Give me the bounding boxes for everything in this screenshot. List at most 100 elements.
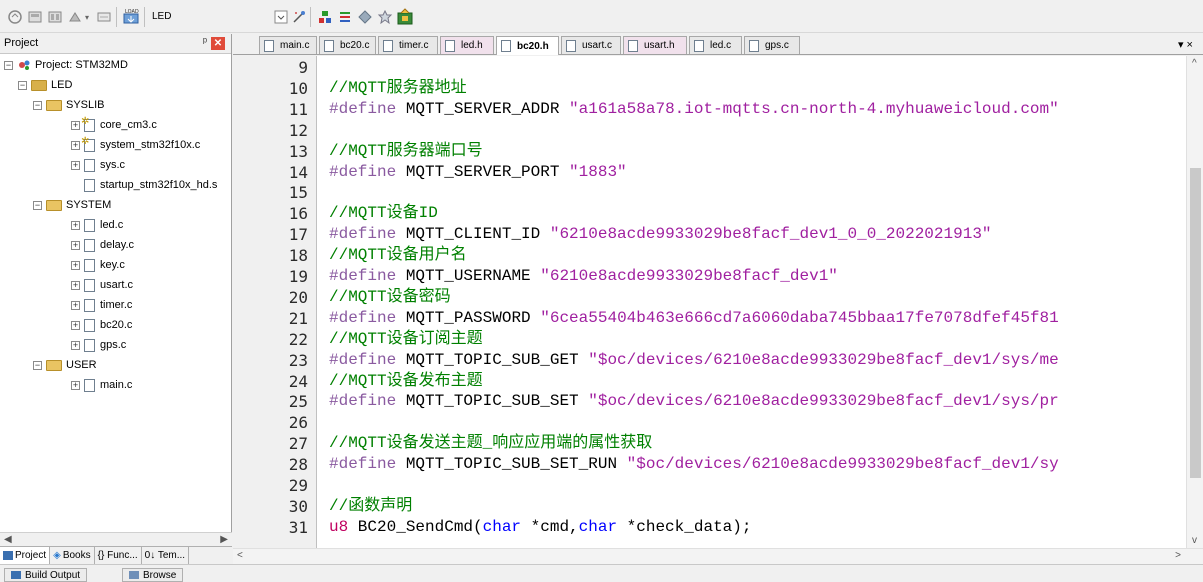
tab-usart-h[interactable]: usart.h xyxy=(623,36,687,54)
expand-icon[interactable]: + xyxy=(71,340,80,350)
expand-icon[interactable]: + xyxy=(71,140,80,150)
target-select[interactable]: LED xyxy=(152,11,171,22)
svg-text:LOAD: LOAD xyxy=(125,9,139,15)
tree-item-target[interactable]: − LED xyxy=(18,75,72,95)
build-icon[interactable] xyxy=(6,8,24,26)
tree-item-file[interactable]: + usart.c xyxy=(71,275,133,295)
tab-build-output[interactable]: Build Output xyxy=(4,568,88,582)
tab-timer-c[interactable]: timer.c xyxy=(378,36,438,54)
pin-icon[interactable]: ᵖ xyxy=(203,36,207,48)
expand-icon[interactable]: + xyxy=(71,240,80,250)
project-panel-tabs: Project ◈ Books {} Func... 0↓ Tem... xyxy=(0,546,232,564)
pack-icon[interactable] xyxy=(396,8,414,26)
scroll-up-icon[interactable]: ^ xyxy=(1192,58,1197,69)
collapse-icon[interactable]: − xyxy=(33,200,42,210)
tree-item-file[interactable]: + key.c xyxy=(71,255,125,275)
tab-bc20-c[interactable]: bc20.c xyxy=(319,36,376,54)
tree-item-file[interactable]: + ✲ system_stm32f10x.c xyxy=(71,135,200,155)
scroll-down-icon[interactable]: v xyxy=(1192,535,1197,546)
scroll-left-icon[interactable]: < xyxy=(237,550,243,561)
file-icon xyxy=(84,238,95,252)
collapse-icon[interactable]: − xyxy=(4,60,13,70)
tab-templates[interactable]: 0↓ Tem... xyxy=(142,547,190,564)
tree-item-file[interactable]: + bc20.c xyxy=(71,315,132,335)
code-line[interactable]: //MQTT服务器地址 xyxy=(329,79,467,98)
scroll-right-icon[interactable]: ▶ xyxy=(220,534,228,545)
close-icon[interactable]: ✕ xyxy=(211,37,225,50)
collapse-icon[interactable]: − xyxy=(33,360,42,370)
tree-item-file[interactable]: + gps.c xyxy=(71,335,126,355)
code-line[interactable]: //MQTT服务器端口号 xyxy=(329,142,483,161)
tree-item-file[interactable]: + ✲ core_cm3.c xyxy=(71,115,157,135)
expand-icon[interactable]: + xyxy=(71,220,80,230)
download-icon[interactable] xyxy=(95,8,113,26)
expand-icon[interactable]: + xyxy=(71,300,80,310)
wizard-icon[interactable] xyxy=(290,8,308,26)
editor-vscrollbar[interactable]: ^ v xyxy=(1186,56,1203,548)
tree-group-syslib[interactable]: − SYSLIB xyxy=(33,95,105,115)
books-icon[interactable] xyxy=(336,8,354,26)
tree-item-file[interactable]: + delay.c xyxy=(71,235,134,255)
tree-item-label: sys.c xyxy=(100,159,126,171)
expand-icon[interactable]: + xyxy=(71,380,80,390)
tab-bc20-h[interactable]: bc20.h xyxy=(496,36,559,55)
tree-item-file[interactable]: + sys.c xyxy=(71,155,125,175)
code-token: "a161a58a78.iot-mqtts.cn-north-4.myhuawe… xyxy=(569,99,1059,118)
code-line[interactable]: //MQTT设备密码 xyxy=(329,288,451,307)
code-line[interactable]: //MQTT设备ID xyxy=(329,204,438,223)
tab-led-h[interactable]: led.h xyxy=(440,36,494,54)
code-line[interactable]: //函数声明 xyxy=(329,497,412,516)
tab-project[interactable]: Project xyxy=(0,547,51,564)
target-options-icon[interactable] xyxy=(272,8,290,26)
tab-list-menu-icon[interactable]: ▾ × xyxy=(1178,38,1193,51)
rebuild-icon[interactable] xyxy=(26,8,44,26)
collapse-icon[interactable]: − xyxy=(33,100,42,110)
expand-icon[interactable]: + xyxy=(71,320,80,330)
tab-usart-c[interactable]: usart.c xyxy=(561,36,621,54)
tree-item-file[interactable]: + main.c xyxy=(71,375,132,395)
tree-item-file[interactable]: + timer.c xyxy=(71,295,132,315)
scroll-right-icon[interactable]: > xyxy=(1175,550,1181,561)
code-line[interactable]: #define MQTT_CLIENT_ID "6210e8acde993302… xyxy=(329,225,992,244)
code-line[interactable]: u8 BC20_SendCmd(char *cmd,char *check_da… xyxy=(329,518,751,537)
expand-icon[interactable]: + xyxy=(71,120,80,130)
expand-icon[interactable]: + xyxy=(71,280,80,290)
code-line[interactable]: #define MQTT_TOPIC_SUB_SET "$oc/devices/… xyxy=(329,392,1059,411)
code-editor[interactable]: 9 10 11 12 13 14 15 16 17 18 19 20 21 22 23 24 25 26 27 28 2… xyxy=(233,56,1186,548)
debug-icon[interactable] xyxy=(376,8,394,26)
tab-led-c[interactable]: led.c xyxy=(689,36,742,54)
code-line[interactable]: //MQTT设备订阅主题 xyxy=(329,330,483,349)
pack-installer-icon[interactable] xyxy=(316,8,334,26)
dropdown-icon[interactable]: ▾ xyxy=(82,8,92,26)
code-line[interactable]: #define MQTT_TOPIC_SUB_SET_RUN "$oc/devi… xyxy=(329,455,1059,474)
tree-group-user[interactable]: − USER xyxy=(33,355,97,375)
tab-functions[interactable]: {} Func... xyxy=(95,547,142,564)
manage-icon[interactable] xyxy=(356,8,374,26)
scroll-left-icon[interactable]: ◀ xyxy=(4,534,12,545)
tree-item-file[interactable]: + led.c xyxy=(71,215,123,235)
code-line[interactable]: #define MQTT_SERVER_ADDR "a161a58a78.iot… xyxy=(329,100,1059,119)
tree-item-project-root[interactable]: − Project: STM32MD xyxy=(4,55,128,75)
code-line[interactable]: #define MQTT_USERNAME "6210e8acde9933029… xyxy=(329,267,838,286)
code-line[interactable]: //MQTT设备用户名 xyxy=(329,246,467,265)
tab-browse[interactable]: Browse xyxy=(122,568,184,582)
tree-item-file[interactable]: startup_stm32f10x_hd.s xyxy=(84,175,217,195)
expand-icon[interactable]: + xyxy=(71,160,80,170)
tab-label: {} Func... xyxy=(97,550,138,561)
code-line[interactable]: //MQTT设备发布主题 xyxy=(329,372,483,391)
scroll-thumb[interactable] xyxy=(1190,168,1201,478)
code-token: //MQTT设备ID xyxy=(329,204,438,223)
load-icon[interactable]: LOAD xyxy=(122,8,140,26)
tab-gps-c[interactable]: gps.c xyxy=(744,36,800,54)
collapse-icon[interactable]: − xyxy=(18,80,27,90)
code-line[interactable]: #define MQTT_PASSWORD "6cea55404b463e666… xyxy=(329,309,1059,328)
tab-main-c[interactable]: main.c xyxy=(259,36,317,54)
code-line[interactable]: #define MQTT_SERVER_PORT "1883" xyxy=(329,163,627,182)
code-line[interactable]: #define MQTT_TOPIC_SUB_GET "$oc/devices/… xyxy=(329,351,1059,370)
code-line[interactable]: //MQTT设备发送主题_响应应用端的属性获取 xyxy=(329,434,652,453)
tab-books[interactable]: ◈ Books xyxy=(50,547,95,564)
batch-build-icon[interactable] xyxy=(46,8,64,26)
tree-group-system[interactable]: − SYSTEM xyxy=(33,195,111,215)
editor-hscrollbar[interactable]: < > xyxy=(233,548,1203,564)
expand-icon[interactable]: + xyxy=(71,260,80,270)
